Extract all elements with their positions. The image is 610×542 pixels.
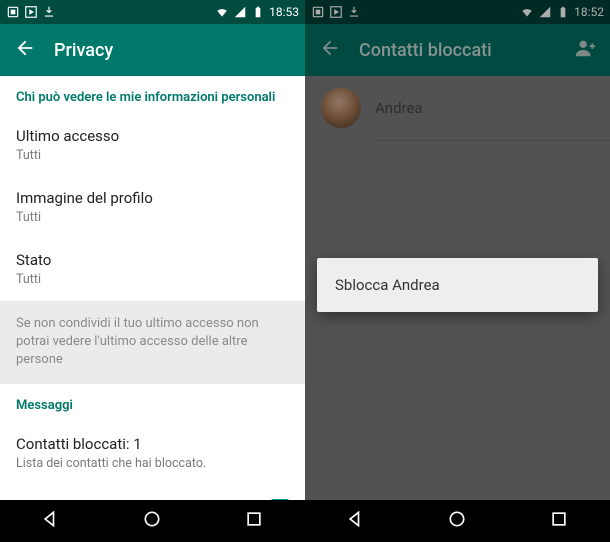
setting-status[interactable]: Stato Tutti — [0, 239, 305, 301]
nav-recent-icon[interactable] — [549, 509, 569, 533]
info-box: Se non condividi il tuo ultimo accesso n… — [0, 301, 305, 384]
status-bar: 18:53 — [0, 0, 305, 24]
signal-icon — [538, 5, 552, 19]
section-header-personal: Chi può vedere le mie informazioni perso… — [0, 76, 305, 115]
app-bar: Contatti bloccati — [305, 24, 610, 76]
nav-back-icon[interactable] — [41, 509, 61, 533]
nav-bar — [305, 500, 610, 542]
setting-value: Tutti — [16, 210, 289, 225]
unblock-option[interactable]: Sblocca Andrea — [335, 276, 580, 294]
back-icon[interactable] — [319, 37, 341, 63]
nav-recent-icon[interactable] — [244, 509, 264, 533]
phone-right: 18:52 Contatti bloccati Andrea Sblocca A… — [305, 0, 610, 542]
nav-home-icon[interactable] — [447, 509, 467, 533]
status-time: 18:53 — [269, 5, 299, 19]
setting-title: Immagine del profilo — [16, 189, 289, 207]
play-icon — [329, 5, 343, 19]
download-icon — [347, 5, 361, 19]
wifi-icon — [520, 5, 534, 19]
setting-title: Ultimo accesso — [16, 127, 289, 145]
unblock-dialog: Sblocca Andrea — [317, 258, 598, 312]
setting-last-seen[interactable]: Ultimo accesso Tutti — [0, 115, 305, 177]
status-bar: 18:52 — [305, 0, 610, 24]
setting-value: Tutti — [16, 148, 289, 163]
screenshot-icon — [311, 5, 325, 19]
nav-home-icon[interactable] — [142, 509, 162, 533]
screenshot-icon — [6, 5, 20, 19]
section-header-messages: Messaggi — [0, 384, 305, 423]
setting-blocked-contacts[interactable]: Contatti bloccati: 1 Lista dei contatti … — [0, 423, 305, 485]
phone-left: 18:53 Privacy Chi può vedere le mie info… — [0, 0, 305, 542]
setting-title: Contatti bloccati: 1 — [16, 435, 289, 453]
app-bar: Privacy — [0, 24, 305, 76]
contact-name: Andrea — [375, 99, 423, 117]
avatar — [321, 88, 361, 128]
contact-row[interactable]: Andrea — [305, 76, 610, 140]
back-icon[interactable] — [14, 37, 36, 63]
nav-bar — [0, 500, 305, 542]
setting-title: Stato — [16, 251, 289, 269]
signal-icon — [233, 5, 247, 19]
play-icon — [24, 5, 38, 19]
setting-value: Tutti — [16, 272, 289, 287]
nav-back-icon[interactable] — [346, 509, 366, 533]
wifi-icon — [215, 5, 229, 19]
add-person-icon[interactable] — [574, 37, 596, 63]
page-title: Contatti bloccati — [359, 40, 492, 61]
setting-subtitle: Lista dei contatti che hai bloccato. — [16, 456, 289, 471]
status-time: 18:52 — [574, 5, 604, 19]
page-title: Privacy — [54, 40, 113, 61]
battery-icon — [556, 5, 570, 19]
divider — [375, 140, 610, 141]
download-icon — [42, 5, 56, 19]
setting-profile-photo[interactable]: Immagine del profilo Tutti — [0, 177, 305, 239]
battery-icon — [251, 5, 265, 19]
